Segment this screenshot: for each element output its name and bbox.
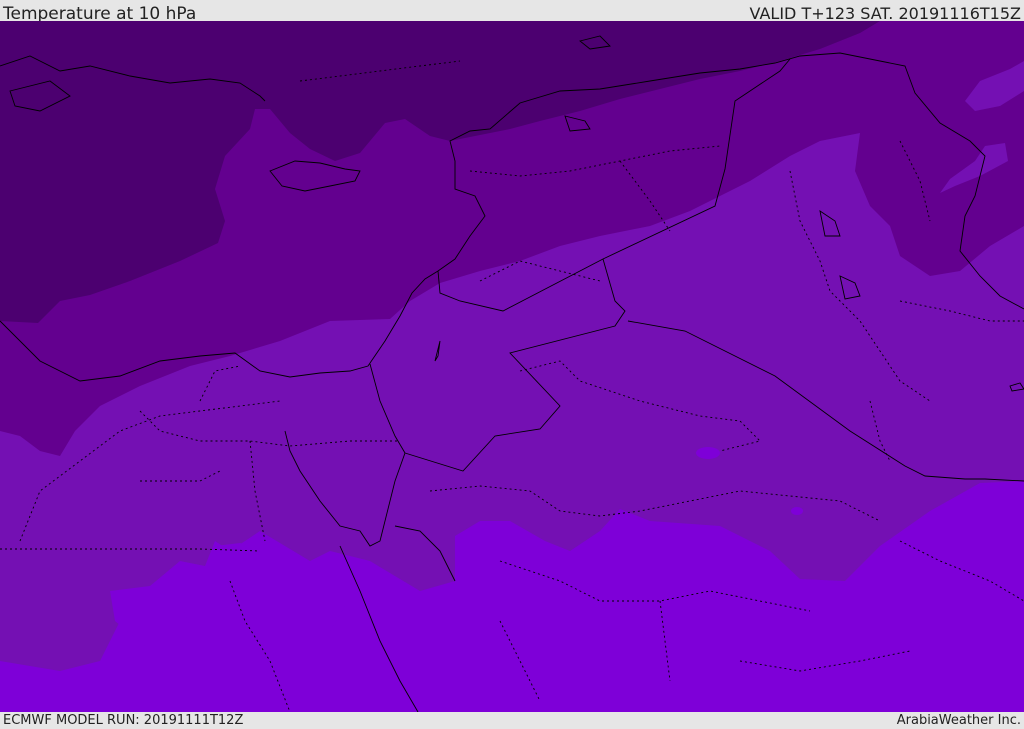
footer-bar: ECMWF MODEL RUN: 20191111T12Z ArabiaWeat… (0, 712, 1024, 729)
temperature-map (0, 21, 1024, 712)
model-run-label: ECMWF MODEL RUN: 20191111T12Z (3, 713, 244, 728)
temp-spot-warm-2 (791, 507, 803, 515)
map-view[interactable] (0, 21, 1024, 712)
temp-spot-warm-1 (696, 447, 720, 459)
credit-label: ArabiaWeather Inc. (896, 713, 1021, 728)
header-bar: Temperature at 10 hPa VALID T+123 SAT. 2… (0, 0, 1024, 24)
